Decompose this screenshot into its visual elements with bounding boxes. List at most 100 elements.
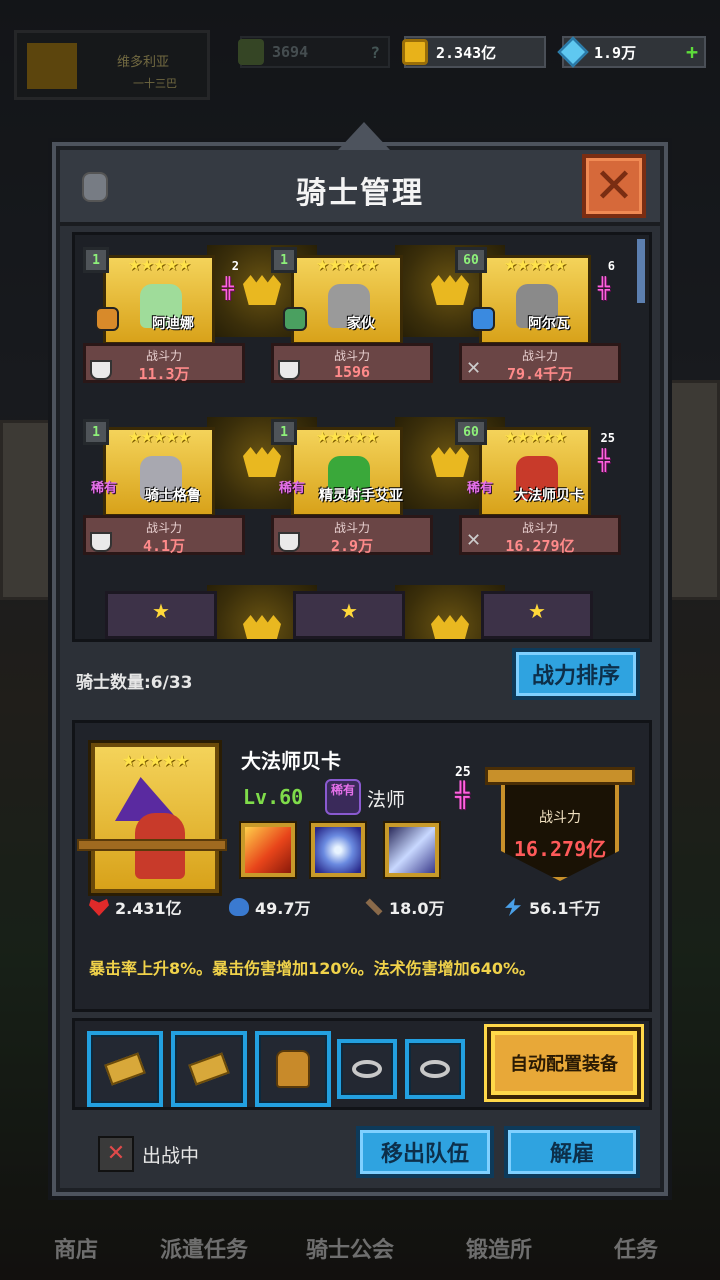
- hero-card[interactable]: ★★★★★ 1 稀有 骑士格鲁 战斗力 4.1万: [77, 419, 247, 569]
- empty-hero-slot[interactable]: ★: [293, 591, 405, 639]
- gold-resource[interactable]: 2.343亿: [402, 36, 546, 68]
- rank-number: 25: [455, 765, 471, 780]
- rank-icon: ╬: [597, 448, 611, 472]
- hero-card[interactable]: ★★★★★ 60 6 ╬ 阿尔瓦 ✕ 战斗力 79.4千万: [453, 247, 623, 397]
- scroll-icon: [188, 1052, 230, 1086]
- hero-name: 骑士格鲁: [145, 488, 201, 504]
- remove-from-team-button[interactable]: 移出队伍: [356, 1126, 494, 1178]
- nav-forge[interactable]: 锻造所: [466, 1232, 532, 1264]
- add-gem-button[interactable]: +: [686, 40, 698, 64]
- hero-name: 大法师贝卡: [514, 488, 584, 504]
- hero-name: 阿尔瓦: [528, 316, 570, 332]
- deploy-status: ✕ 出战中: [98, 1136, 199, 1172]
- hp-value: 2.431亿: [115, 899, 182, 918]
- gem-resource[interactable]: 1.9万 +: [557, 36, 706, 68]
- hero-card[interactable]: ★★★★★ 1 稀有 精灵射手艾亚 战斗力 2.9万: [265, 419, 435, 569]
- roster-scrollbar[interactable]: [637, 239, 645, 303]
- auto-equip-button[interactable]: 自动配置装备: [487, 1027, 641, 1099]
- level-badge: 1: [271, 247, 297, 273]
- hero-card[interactable]: ★★★★★ 1 家伙 战斗力 1596: [265, 247, 435, 397]
- empty-hero-slot[interactable]: ★: [481, 591, 593, 639]
- close-button[interactable]: ✕: [582, 154, 646, 218]
- star-rating: ★★★★★: [315, 428, 379, 446]
- gem-value: 1.9万: [594, 43, 637, 62]
- crossed-swords-icon: ✕: [98, 1136, 134, 1172]
- rank-icon: ╬: [455, 781, 470, 809]
- power-bar: 战斗力 1596: [271, 343, 433, 383]
- equipment-row: 自动配置装备: [72, 1018, 652, 1110]
- level-badge: 1: [83, 419, 109, 445]
- power-value: 16.279亿: [513, 837, 607, 861]
- hero-name: 家伙: [347, 316, 375, 332]
- equip-slot-ring-1[interactable]: [337, 1039, 397, 1099]
- level-badge: 60: [455, 419, 487, 445]
- shield-icon: [501, 781, 619, 881]
- shield-top: [485, 767, 635, 785]
- hp-stat: 2.431亿: [89, 895, 182, 919]
- skill-fire-icon[interactable]: [241, 823, 295, 877]
- selected-hero-level: Lv.60: [243, 785, 304, 809]
- speed-value: 56.1千万: [529, 899, 601, 918]
- sword-icon: [365, 898, 383, 916]
- equip-slot-tome-2[interactable]: [171, 1031, 247, 1107]
- rank-number: 6: [607, 259, 615, 273]
- power-label: 战斗力: [521, 349, 558, 363]
- equip-slot-ring-2[interactable]: [405, 1039, 465, 1099]
- rank-number: 25: [600, 431, 615, 445]
- dialog-header: 骑士管理 ✕: [60, 150, 660, 226]
- equip-slot-tome-1[interactable]: [87, 1031, 163, 1107]
- armor-icon: [276, 1050, 310, 1088]
- power-label: 战斗力: [145, 349, 182, 363]
- power-label: 战斗力: [145, 521, 182, 535]
- crown-icon: [27, 43, 77, 89]
- sort-by-power-button[interactable]: 战力排序: [512, 648, 640, 700]
- hero-roster[interactable]: ★★★★★ 1 2 ╬ 阿迪娜 战斗力 11.3万 ★★★★★ 1 家伙 战斗力…: [72, 232, 652, 642]
- skill-lightning-icon[interactable]: [385, 823, 439, 877]
- power-shield: 战斗力 16.279亿: [485, 767, 635, 883]
- level-badge: 60: [455, 247, 487, 273]
- hero-card-selected[interactable]: ★★★★★ 60 25 ╬ 稀有 大法师贝卡 ✕ 战斗力 16.279亿: [453, 419, 623, 569]
- skill-vortex-icon[interactable]: [311, 823, 365, 877]
- nav-guild[interactable]: 骑士公会: [306, 1232, 394, 1264]
- power-bar: ✕ 战斗力 16.279亿: [459, 515, 621, 555]
- gold-value: 2.343亿: [436, 43, 497, 62]
- selected-hero-portrait: ★★★★★: [77, 743, 227, 893]
- help-icon[interactable]: ?: [370, 43, 380, 62]
- nav-quest[interactable]: 任务: [614, 1232, 658, 1264]
- equip-slot-armor[interactable]: [255, 1031, 331, 1107]
- level-badge: 1: [271, 419, 297, 445]
- power-value: 4.1万: [142, 537, 186, 555]
- hero-card[interactable]: ★★★★★ 1 2 ╬ 阿迪娜 战斗力 11.3万: [77, 247, 247, 397]
- power-bar: ✕ 战斗力 79.4千万: [459, 343, 621, 383]
- rank-icon: ╬: [597, 276, 611, 300]
- hero-name: 阿迪娜: [152, 316, 194, 332]
- top-hud: 维多利亚 一十三巴 3694 ? 2.343亿 1.9万 +: [0, 28, 720, 100]
- player-name: 维多利亚: [117, 55, 170, 70]
- power-value: 11.3万: [138, 365, 190, 383]
- heart-icon: [89, 898, 109, 916]
- nav-dispatch[interactable]: 派遣任务: [160, 1232, 248, 1264]
- attack-stat: 18.0万: [365, 895, 444, 919]
- rank-icon: ╬: [221, 276, 235, 300]
- attack-value: 18.0万: [389, 899, 445, 918]
- star-rating: ★★★★★: [315, 256, 379, 274]
- power-bar: 战斗力 4.1万: [83, 515, 245, 555]
- hero-class: 法师: [367, 789, 406, 811]
- gold-coin-icon: [402, 39, 428, 65]
- star-rating: ★★★★★: [121, 751, 190, 770]
- empty-hero-slot[interactable]: ★: [105, 591, 217, 639]
- dismiss-button[interactable]: 解雇: [504, 1126, 640, 1178]
- power-icon: [238, 39, 264, 65]
- nav-shop[interactable]: 商店: [54, 1232, 98, 1264]
- star-rating: ★★★★★: [503, 428, 567, 446]
- star-rating: ★★★★★: [127, 256, 191, 274]
- selected-hero-name: 大法师贝卡: [241, 749, 341, 773]
- power-label: 战斗力: [539, 810, 581, 826]
- power-resource[interactable]: 3694 ?: [238, 36, 390, 68]
- ring-icon: [420, 1060, 450, 1078]
- rank-number: 2: [231, 259, 239, 273]
- star-rating: ★★★★★: [503, 256, 567, 274]
- player-profile[interactable]: 维多利亚 一十三巴: [14, 30, 210, 100]
- star-rating: ★★★★★: [127, 428, 191, 446]
- level-badge: 1: [83, 247, 109, 273]
